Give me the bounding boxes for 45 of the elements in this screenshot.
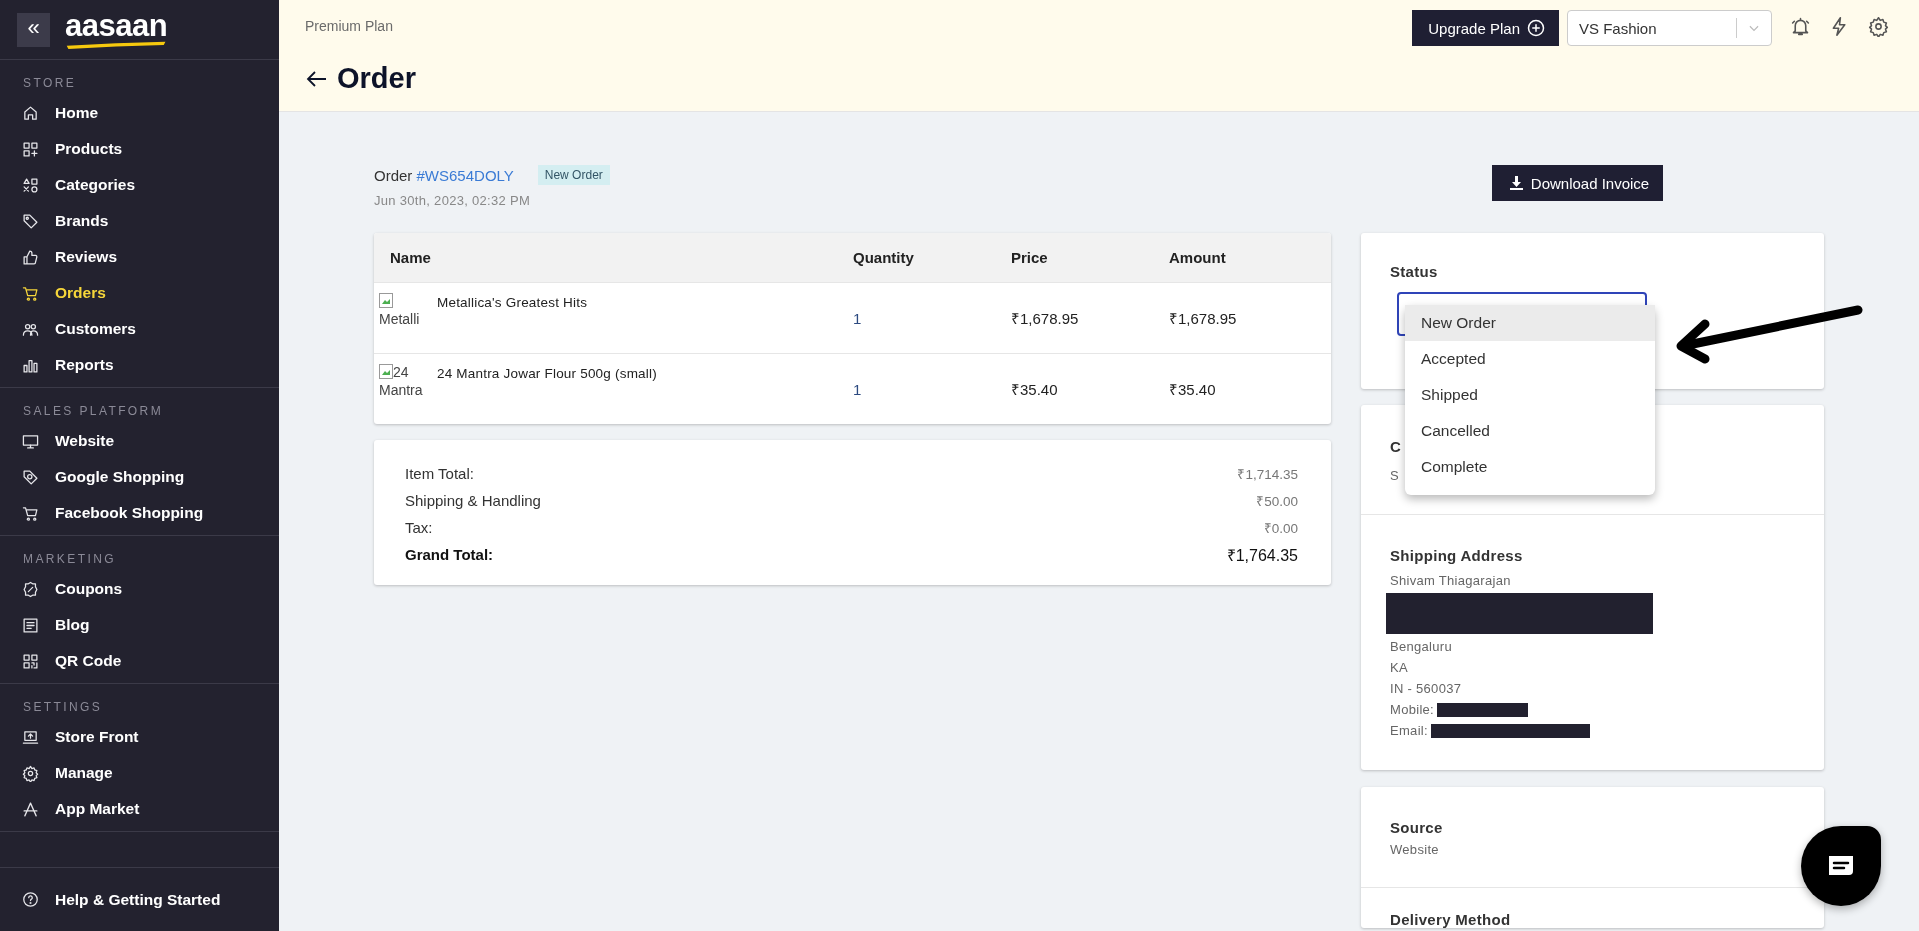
order-number: Order #WS654DOLY (374, 166, 514, 184)
table-cell-text: 1 (853, 309, 863, 327)
card-title: Delivery Method (1390, 911, 1511, 928)
order-date: Jun 30th, 2023, 02:32 PM (374, 193, 531, 208)
address-label: Mobile: (1390, 701, 1434, 719)
address-line: Shivam Thiagarajan (1390, 572, 1511, 590)
table-cell-text: ₹1,678.95 (1011, 309, 1080, 328)
address-line: Bengaluru (1390, 638, 1452, 656)
summary-label: Item Total: (405, 465, 474, 482)
customer-line: S (1390, 467, 1399, 485)
logo: aasaan (65, 6, 171, 53)
section-title: SALES PLATFORM (23, 403, 164, 420)
card-title: Status (1390, 263, 1438, 280)
card-title: Shipping Address (1390, 547, 1523, 564)
broken-image: 24 Mantra (379, 363, 424, 400)
table-cell-text: ₹35.40 (1011, 380, 1059, 399)
plan-label: Premium Plan (305, 18, 393, 34)
table-cell-text: ₹35.40 (1169, 380, 1217, 399)
status-badge: New Order (537, 165, 610, 185)
address-line: KA (1390, 659, 1408, 677)
summary-label: Shipping & Handling (405, 492, 541, 509)
section-title: STORE (23, 75, 77, 92)
column-header: Quantity (853, 249, 915, 266)
column-header: Price (1011, 249, 1049, 266)
summary-label: Tax: (405, 519, 433, 536)
product-name: Metallica's Greatest Hits (437, 295, 588, 310)
column-header: Name (390, 249, 432, 266)
summary-value: ₹0.00 (1263, 519, 1298, 537)
column-header: Amount (1169, 249, 1227, 266)
section-title: MARKETING (23, 551, 116, 568)
card-title: Source (1390, 819, 1443, 836)
address-label: Email: (1390, 722, 1428, 740)
summary-value: ₹1,764.35 (1226, 545, 1298, 566)
table-cell-text: 1 (853, 380, 863, 398)
card-title: C (1390, 438, 1402, 455)
summary-value: ₹1,714.35 (1237, 465, 1298, 483)
page-title: Order (337, 62, 416, 95)
table-cell-text: ₹1,678.95 (1169, 309, 1238, 328)
section-title: SETTINGS (23, 699, 103, 716)
summary-label: Grand Total: (405, 546, 494, 563)
summary-value: ₹50.00 (1256, 492, 1298, 510)
address-line: IN - 560037 (1390, 680, 1462, 698)
broken-image: Metalli (379, 292, 433, 332)
product-name: 24 Mantra Jowar Flour 500g (small) (437, 366, 657, 381)
source-value: Website (1390, 841, 1439, 859)
